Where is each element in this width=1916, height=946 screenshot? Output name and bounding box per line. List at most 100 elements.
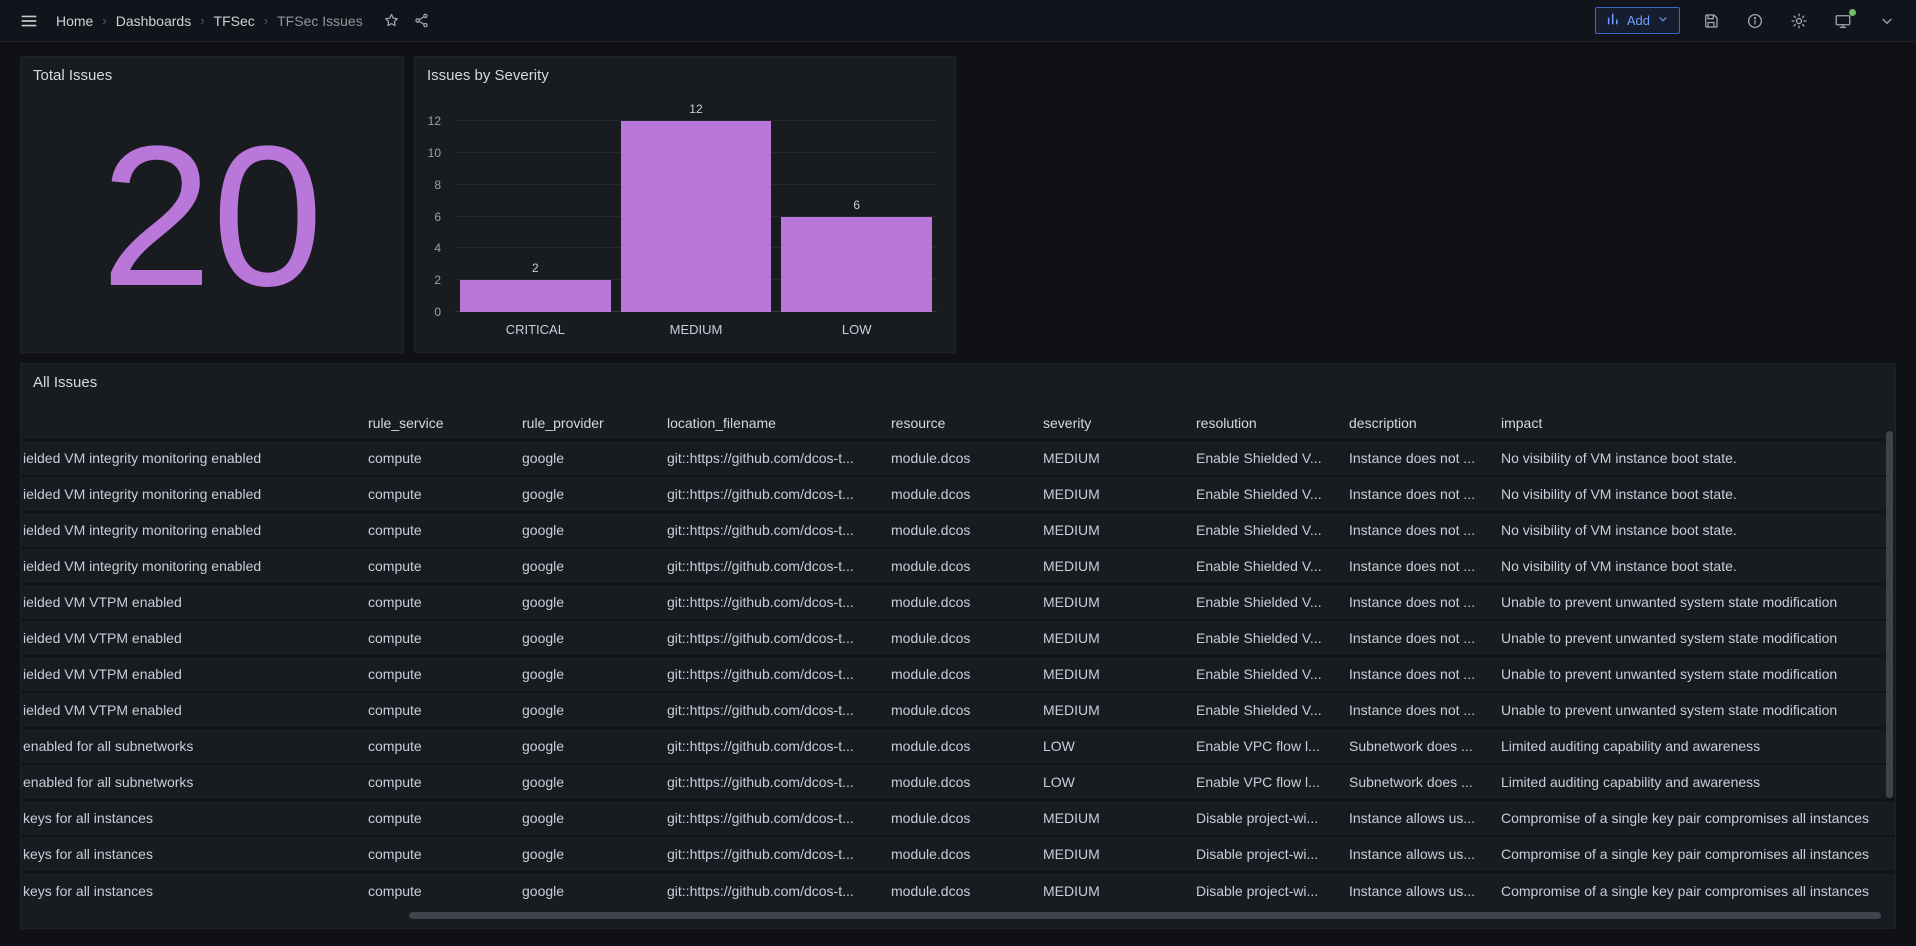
gear-icon — [1790, 12, 1808, 30]
column-header-description[interactable]: description — [1343, 406, 1495, 440]
column-header-rule_provider[interactable]: rule_provider — [516, 406, 661, 440]
table-cell: Limited auditing capability and awarenes… — [1495, 728, 1895, 764]
column-header-impact[interactable]: impact — [1495, 406, 1895, 440]
horizontal-scrollbar[interactable] — [409, 912, 1881, 919]
table-cell: ielded VM VTPM enabled — [21, 620, 362, 656]
table-cell: Enable Shielded V... — [1190, 692, 1343, 728]
breadcrumb-item-home[interactable]: Home — [56, 13, 93, 29]
table-cell: compute — [362, 728, 516, 764]
table-cell: google — [516, 692, 661, 728]
save-dashboard-button[interactable] — [1698, 8, 1724, 34]
panel-all-issues: All Issues rule_servicerule_providerloca… — [20, 363, 1896, 929]
table-cell: Disable project-wi... — [1190, 800, 1343, 836]
bar-critical[interactable] — [460, 280, 611, 312]
table-cell: Instance allows us... — [1343, 836, 1495, 872]
table-cell: ielded VM integrity monitoring enabled — [21, 476, 362, 512]
column-header-clipped[interactable] — [21, 406, 362, 440]
dashboard-settings-button[interactable] — [1786, 8, 1812, 34]
table-cell: compute — [362, 620, 516, 656]
table-cell: Compromise of a single key pair compromi… — [1495, 836, 1895, 872]
table-cell: keys for all instances — [21, 872, 362, 908]
dashboard-insights-button[interactable] — [1742, 8, 1768, 34]
add-button[interactable]: Add — [1595, 7, 1680, 34]
table-cell: No visibility of VM instance boot state. — [1495, 440, 1895, 476]
table-row: enabled for all subnetworkscomputegoogle… — [21, 728, 1895, 764]
table-cell: git::https://github.com/dcos-t... — [661, 584, 885, 620]
table-cell: git::https://github.com/dcos-t... — [661, 512, 885, 548]
table-cell: Enable Shielded V... — [1190, 656, 1343, 692]
table-cell: Instance does not ... — [1343, 512, 1495, 548]
table-cell: google — [516, 836, 661, 872]
column-header-location_filename[interactable]: location_filename — [661, 406, 885, 440]
table-cell: compute — [362, 836, 516, 872]
column-header-resolution[interactable]: resolution — [1190, 406, 1343, 440]
menu-toggle-button[interactable] — [16, 8, 42, 34]
table-cell: Instance allows us... — [1343, 800, 1495, 836]
vertical-scrollbar[interactable] — [1886, 431, 1893, 798]
grafana-app: Home › Dashboards › TFSec › TFSec Issues — [0, 0, 1916, 946]
table-cell: Subnetwork does ... — [1343, 728, 1495, 764]
table-cell: ielded VM integrity monitoring enabled — [21, 440, 362, 476]
table-cell: git::https://github.com/dcos-t... — [661, 620, 885, 656]
table-cell: google — [516, 620, 661, 656]
info-icon — [1746, 12, 1764, 30]
x-tick-label: CRITICAL — [455, 322, 616, 340]
online-status-dot — [1849, 9, 1856, 16]
table-cell: MEDIUM — [1037, 512, 1190, 548]
share-dashboard-button[interactable] — [409, 8, 435, 34]
table-cell: Unable to prevent unwanted system state … — [1495, 584, 1895, 620]
breadcrumb-separator: › — [200, 13, 204, 28]
table-cell: Unable to prevent unwanted system state … — [1495, 620, 1895, 656]
table-cell: google — [516, 872, 661, 908]
column-header-rule_service[interactable]: rule_service — [362, 406, 516, 440]
star-dashboard-button[interactable] — [379, 8, 405, 34]
column-header-severity[interactable]: severity — [1037, 406, 1190, 440]
table-cell: module.dcos — [885, 584, 1037, 620]
column-header-resource[interactable]: resource — [885, 406, 1037, 440]
table-cell: module.dcos — [885, 548, 1037, 584]
table-cell: git::https://github.com/dcos-t... — [661, 872, 885, 908]
table-cell: No visibility of VM instance boot state. — [1495, 512, 1895, 548]
table-cell: MEDIUM — [1037, 584, 1190, 620]
table-cell: compute — [362, 440, 516, 476]
table-cell: google — [516, 656, 661, 692]
table-cell: module.dcos — [885, 800, 1037, 836]
table-cell: Instance does not ... — [1343, 656, 1495, 692]
bar-low[interactable] — [781, 217, 932, 313]
table-cell: MEDIUM — [1037, 548, 1190, 584]
table-cell: Enable Shielded V... — [1190, 584, 1343, 620]
breadcrumb-item-dashboards[interactable]: Dashboards — [116, 13, 192, 29]
table-cell: Enable Shielded V... — [1190, 440, 1343, 476]
table-cell: compute — [362, 656, 516, 692]
table-cell: compute — [362, 800, 516, 836]
table-row: keys for all instancescomputegooglegit::… — [21, 872, 1895, 908]
table-cell: Instance does not ... — [1343, 476, 1495, 512]
chevron-down-icon — [1879, 13, 1895, 29]
table-cell: git::https://github.com/dcos-t... — [661, 836, 885, 872]
table-cell: keys for all instances — [21, 800, 362, 836]
breadcrumb-separator: › — [102, 13, 106, 28]
breadcrumb-item-tfsec[interactable]: TFSec — [214, 13, 255, 29]
table-cell: Compromise of a single key pair compromi… — [1495, 800, 1895, 836]
table-cell: module.dcos — [885, 512, 1037, 548]
table-row: ielded VM integrity monitoring enabledco… — [21, 548, 1895, 584]
table-cell: git::https://github.com/dcos-t... — [661, 764, 885, 800]
table-row: ielded VM integrity monitoring enabledco… — [21, 476, 1895, 512]
bar-medium[interactable] — [621, 121, 772, 312]
table-cell: google — [516, 548, 661, 584]
y-tick-label: 10 — [428, 146, 441, 160]
table-cell: module.dcos — [885, 476, 1037, 512]
table-cell: google — [516, 476, 661, 512]
table-row: keys for all instancescomputegooglegit::… — [21, 836, 1895, 872]
star-icon — [383, 12, 400, 29]
table-cell: module.dcos — [885, 620, 1037, 656]
chevron-down-icon — [1657, 13, 1669, 28]
table-cell: Instance does not ... — [1343, 584, 1495, 620]
table-cell: No visibility of VM instance boot state. — [1495, 476, 1895, 512]
nav-right: Add — [1595, 7, 1900, 34]
table-cell: compute — [362, 584, 516, 620]
collapse-nav-button[interactable] — [1874, 8, 1900, 34]
y-tick-label: 12 — [428, 114, 441, 128]
kiosk-mode-button[interactable] — [1830, 8, 1856, 34]
bar-value-label: 12 — [616, 102, 777, 116]
